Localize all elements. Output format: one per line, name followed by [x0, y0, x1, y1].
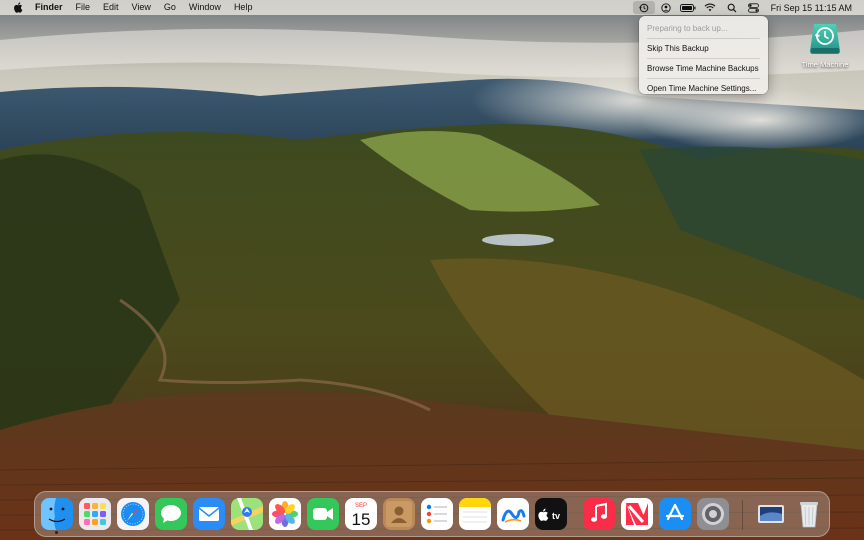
- dock-news-icon[interactable]: [621, 498, 653, 530]
- dock-facetime-icon[interactable]: [307, 498, 339, 530]
- dock-divider: [742, 500, 743, 530]
- control-center-icon[interactable]: [743, 0, 765, 15]
- menu-help[interactable]: Help: [234, 0, 253, 15]
- tv-app-label: tv: [552, 511, 560, 521]
- dock-downloads-folder-icon[interactable]: [755, 498, 787, 530]
- dock-trash-icon[interactable]: [793, 498, 825, 530]
- menu-file[interactable]: File: [76, 0, 91, 15]
- dock-safari-icon[interactable]: [117, 498, 149, 530]
- user-account-icon[interactable]: [655, 0, 677, 15]
- dock-mail-icon[interactable]: [193, 498, 225, 530]
- skip-backup-menu-item[interactable]: Skip This Backup: [639, 39, 768, 58]
- dock-reminders-icon[interactable]: [421, 498, 453, 530]
- dock-finder-icon[interactable]: [41, 498, 73, 530]
- menu-window[interactable]: Window: [189, 0, 221, 15]
- dock-app-store-icon[interactable]: [659, 498, 691, 530]
- desktop-icon-time-machine[interactable]: Time Machine: [797, 21, 853, 69]
- backup-status-text: Preparing to back up...: [647, 24, 728, 33]
- wifi-icon[interactable]: [699, 0, 721, 15]
- app-name-menu[interactable]: Finder: [35, 0, 63, 15]
- open-settings-menu-item[interactable]: Open Time Machine Settings...: [639, 79, 768, 98]
- menu-view[interactable]: View: [132, 0, 151, 15]
- menu-edit[interactable]: Edit: [103, 0, 119, 15]
- calendar-month: SEP: [355, 503, 367, 509]
- menu-bar: Finder File Edit View Go Window Help Fri…: [0, 0, 864, 15]
- menu-go[interactable]: Go: [164, 0, 176, 15]
- dock-messages-icon[interactable]: [155, 498, 187, 530]
- apple-menu-icon[interactable]: [12, 2, 24, 13]
- dock-maps-icon[interactable]: [231, 498, 263, 530]
- dock-freeform-icon[interactable]: [497, 498, 529, 530]
- dock-music-icon[interactable]: [583, 498, 615, 530]
- menubar-clock[interactable]: Fri Sep 15 11:15 AM: [771, 3, 852, 13]
- dock-tv-icon[interactable]: tv: [535, 498, 567, 530]
- dock-launchpad-icon[interactable]: [79, 498, 111, 530]
- desktop-icon-label: Time Machine: [801, 60, 849, 69]
- time-machine-menu: Preparing to back up... Skip This Backup…: [639, 16, 768, 94]
- time-machine-icon: [807, 21, 843, 57]
- browse-backups-menu-item[interactable]: Browse Time Machine Backups: [639, 59, 768, 78]
- dock-notes-icon[interactable]: [459, 498, 491, 530]
- dock-photos-icon[interactable]: [269, 498, 301, 530]
- time-machine-status-icon[interactable]: [632, 1, 655, 14]
- dock-system-settings-icon[interactable]: [697, 498, 729, 530]
- calendar-day: 15: [352, 510, 371, 529]
- spotlight-search-icon[interactable]: [721, 0, 743, 15]
- dock-contacts-icon[interactable]: [383, 498, 415, 530]
- dock-calendar-icon[interactable]: SEP 15: [345, 498, 377, 530]
- battery-icon[interactable]: [677, 0, 699, 15]
- running-indicator: [55, 531, 58, 534]
- dock: SEP 15 tv: [34, 491, 830, 537]
